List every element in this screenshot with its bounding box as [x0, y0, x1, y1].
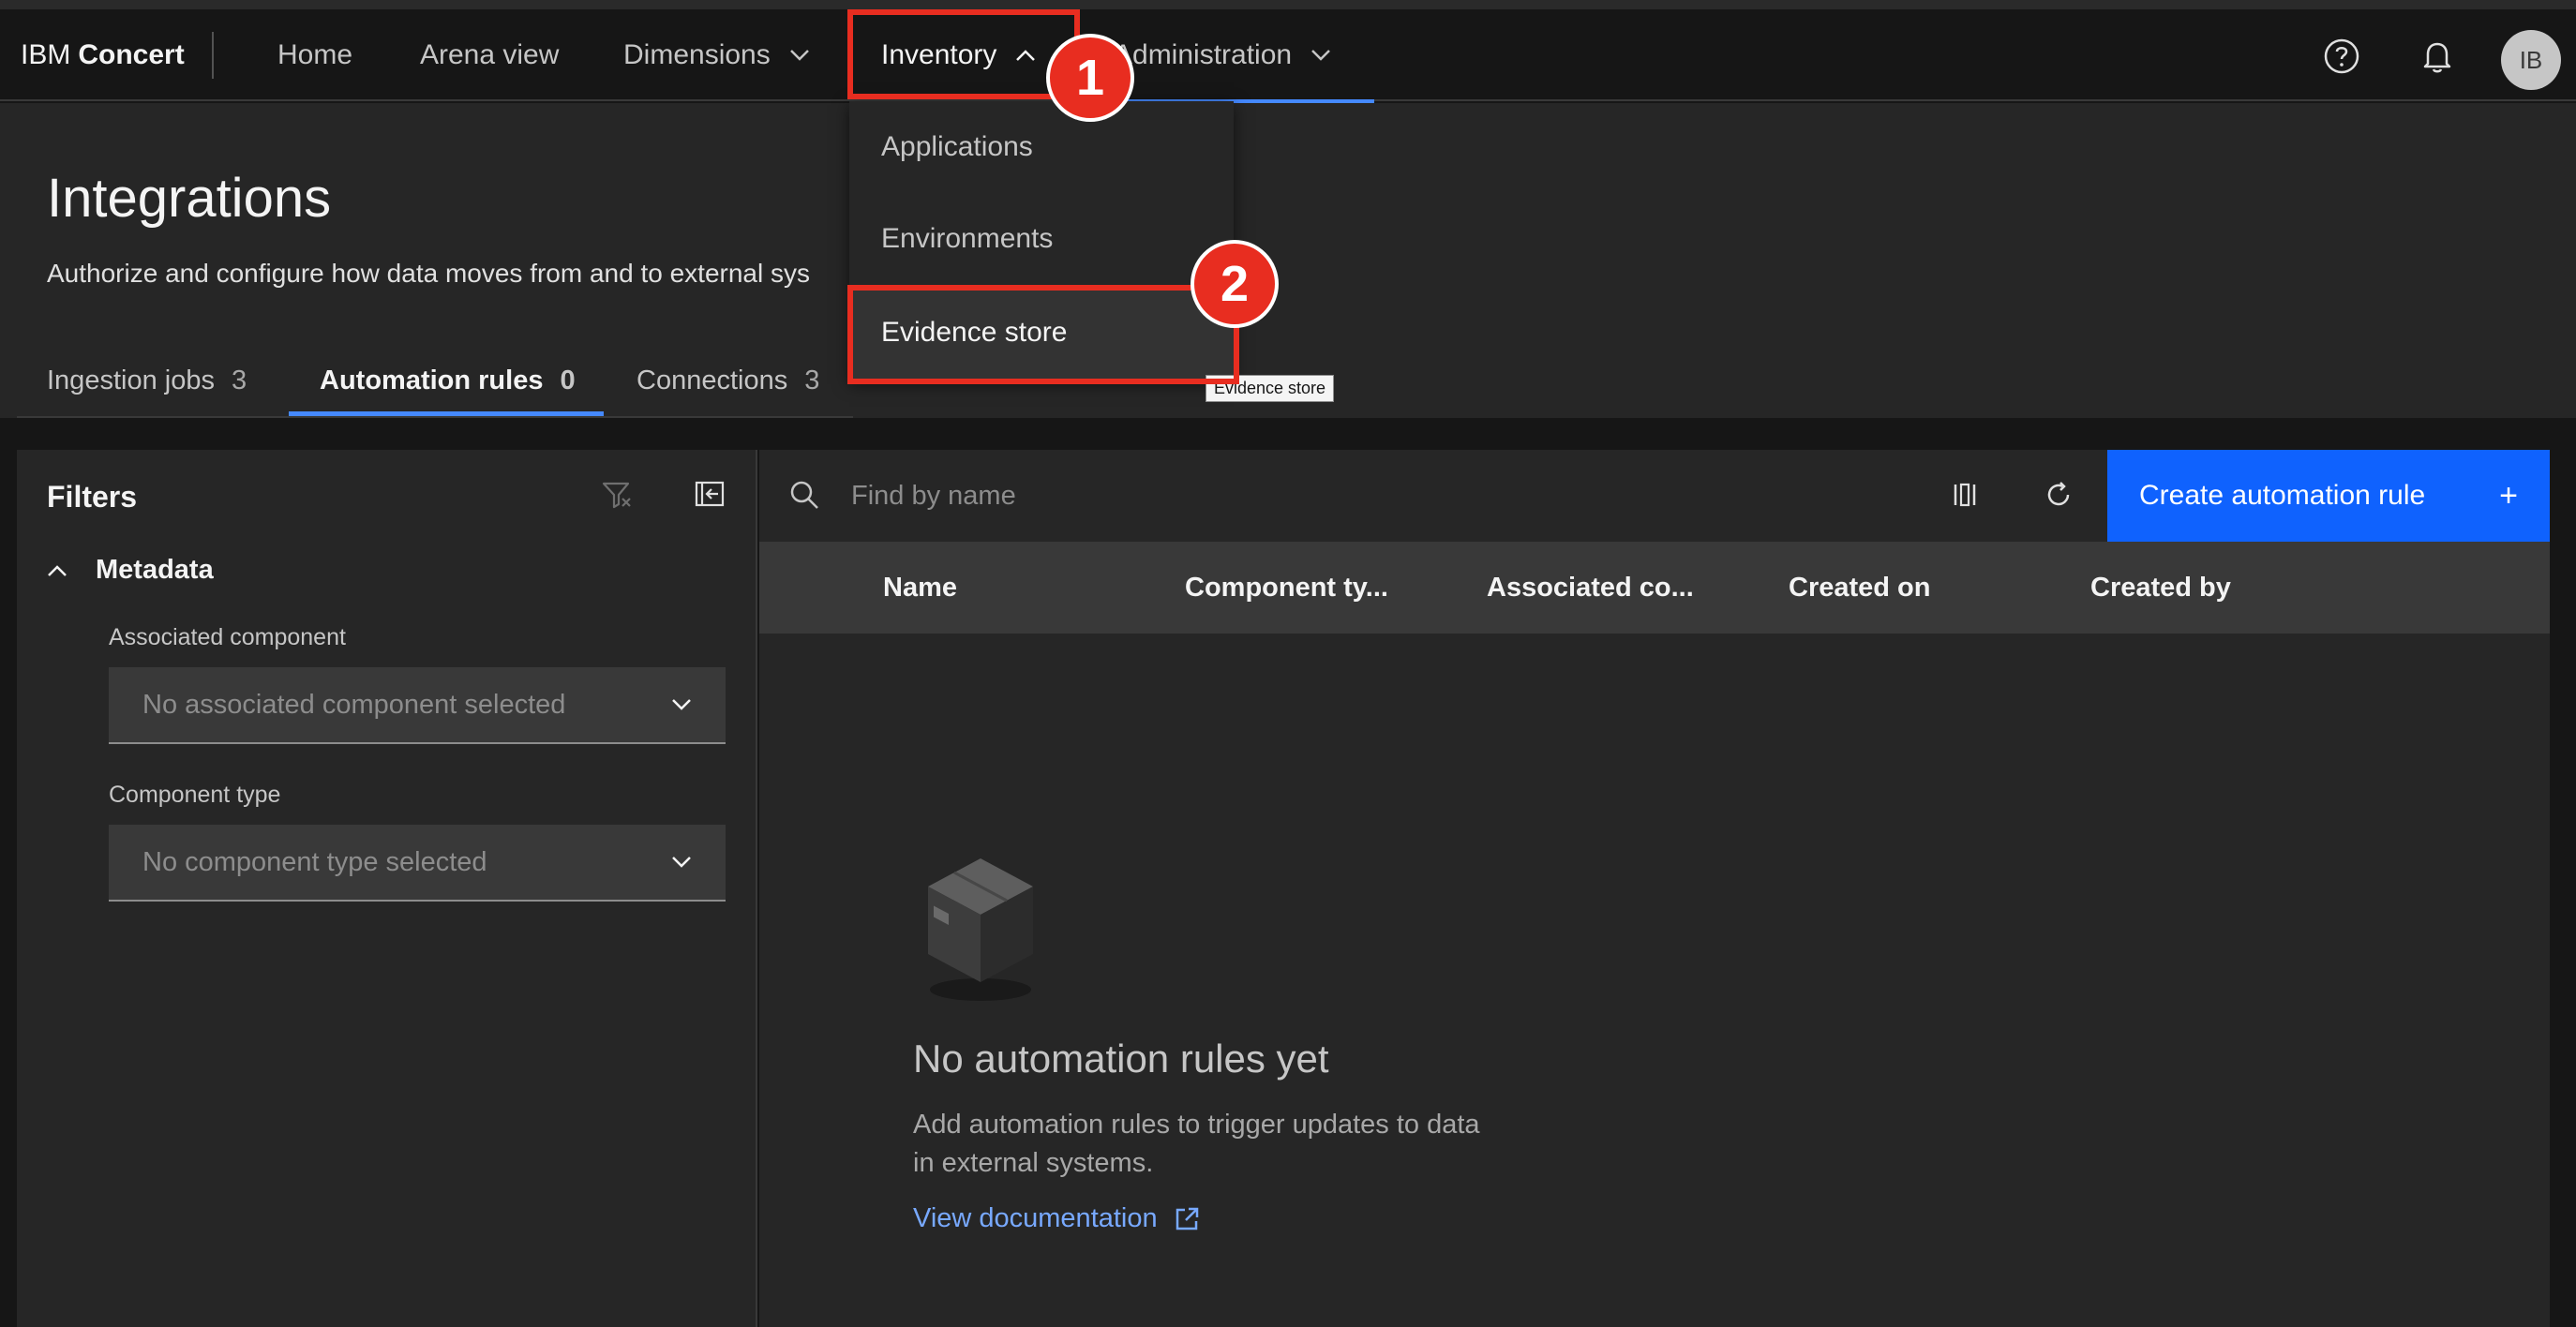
external-link-icon [1158, 1205, 1201, 1233]
filters-panel: Filters Metadata Associated component No… [17, 450, 757, 1327]
associated-component-label: Associated component [109, 624, 346, 650]
browser-top-strip [0, 0, 2576, 9]
column-header-created-by[interactable]: Created by [2090, 542, 2231, 634]
tab-active-underline [289, 411, 604, 416]
empty-state-description: Add automation rules to trigger updates … [913, 1110, 1480, 1178]
plus-icon: + [2499, 477, 2518, 514]
column-settings-icon[interactable] [1946, 476, 1984, 514]
brand-logo[interactable]: IBM Concert [21, 9, 185, 101]
collapse-panel-icon[interactable] [694, 478, 731, 515]
metadata-section-title: Metadata [96, 555, 214, 585]
nav-home[interactable]: Home [277, 9, 352, 101]
chevron-down-icon [671, 856, 692, 869]
tab-label: Ingestion jobs [47, 365, 215, 395]
create-button-label: Create automation rule [2139, 480, 2426, 511]
tab-connections[interactable]: Connections 3 [637, 343, 819, 418]
associated-component-select[interactable]: No associated component selected [109, 667, 726, 744]
nav-administration-label: Administration [1114, 39, 1293, 70]
tab-automation-rules[interactable]: Automation rules 0 [320, 343, 576, 418]
clear-filters-icon[interactable] [600, 478, 637, 515]
menu-item-environments[interactable]: Environments [849, 193, 1234, 285]
refresh-icon[interactable] [2040, 476, 2077, 514]
tab-label: Automation rules [320, 365, 544, 395]
filters-title: Filters [47, 480, 138, 514]
chevron-up-icon [47, 564, 67, 577]
nav-arena-view[interactable]: Arena view [420, 9, 559, 101]
header-divider [212, 32, 214, 79]
tab-ingestion-jobs[interactable]: Ingestion jobs 3 [47, 343, 247, 418]
menu-item-applications[interactable]: Applications [849, 101, 1234, 193]
page-title: Integrations [47, 168, 332, 229]
user-avatar[interactable]: IB [2501, 30, 2561, 90]
chevron-down-icon [789, 49, 810, 62]
top-navigation-bar: IBM Concert Home Arena view Dimensions I… [0, 9, 2576, 103]
select-placeholder: No associated component selected [142, 689, 566, 720]
highlight-inventory-box [847, 9, 1080, 99]
brand-name: Concert [78, 39, 185, 70]
component-type-label: Component type [109, 782, 281, 808]
page-description: Authorize and configure how data moves f… [47, 259, 810, 288]
tab-count: 3 [804, 365, 820, 395]
highlight-evidence-store-box [847, 285, 1239, 384]
page-header: Integrations Authorize and configure how… [0, 103, 2576, 418]
table-toolbar: Create automation rule + [759, 450, 2550, 542]
view-documentation-label: View documentation [913, 1203, 1158, 1233]
search-input[interactable] [849, 450, 1787, 542]
nav-arena-label: Arena view [420, 39, 560, 70]
empty-state-title: No automation rules yet [913, 1036, 1329, 1081]
column-header-created-on[interactable]: Created on [1789, 542, 1930, 634]
step-marker-2: 2 [1191, 240, 1279, 328]
chevron-down-icon [671, 698, 692, 711]
table-body: No automation rules yet Add automation r… [759, 634, 2550, 1327]
search-icon [787, 478, 821, 512]
tab-label: Connections [637, 365, 788, 395]
column-header-name[interactable]: Name [883, 542, 957, 634]
nav-administration[interactable]: Administration [1114, 9, 1331, 101]
tab-list: Ingestion jobs 3 Automation rules 0 Conn… [17, 343, 853, 418]
view-documentation-link[interactable]: View documentation [913, 1203, 1201, 1234]
help-icon[interactable] [2315, 30, 2368, 82]
component-type-select[interactable]: No component type selected [109, 825, 726, 902]
notification-bell-icon[interactable] [2411, 30, 2464, 82]
nav-dimensions-label: Dimensions [623, 39, 771, 70]
select-placeholder: No component type selected [142, 846, 487, 877]
create-automation-rule-button[interactable]: Create automation rule + [2107, 450, 2550, 542]
column-header-component-type[interactable]: Component ty... [1185, 542, 1388, 634]
metadata-section-toggle[interactable]: Metadata [47, 555, 214, 586]
chevron-down-icon [1310, 49, 1331, 62]
brand-prefix: IBM [21, 39, 71, 70]
step-marker-1: 1 [1046, 34, 1134, 122]
nav-dimensions[interactable]: Dimensions [623, 9, 810, 101]
column-header-associated-component[interactable]: Associated co... [1487, 542, 1694, 634]
table-header-row: Name Component ty... Associated co... Cr… [759, 542, 2550, 634]
empty-box-icon [919, 849, 1050, 1003]
nav-home-label: Home [277, 39, 353, 70]
tab-count: 3 [231, 365, 247, 395]
tab-count: 0 [560, 365, 576, 395]
